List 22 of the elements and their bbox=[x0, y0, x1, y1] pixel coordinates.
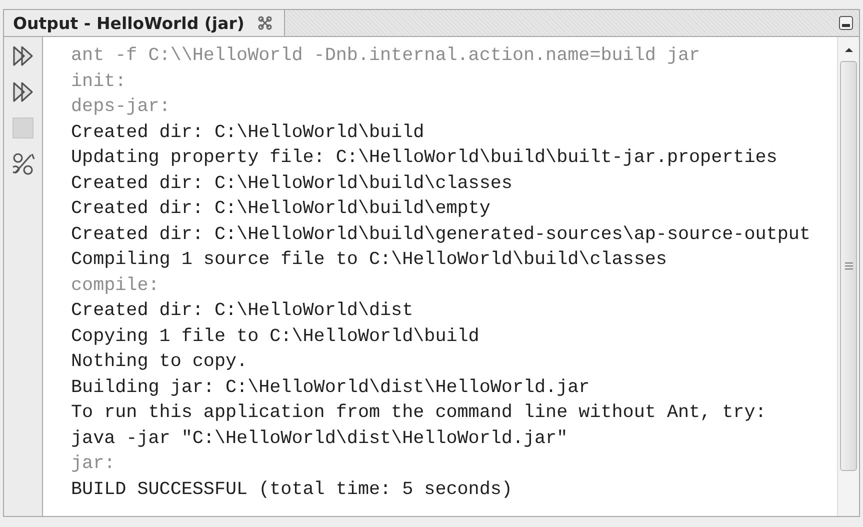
ant-target-line: deps-jar: bbox=[71, 95, 170, 119]
log-line: Created dir: C:\HelloWorld\build\classes bbox=[71, 172, 512, 196]
log-line: Created dir: C:\HelloWorld\build\generated-sources\ap-source-output bbox=[71, 222, 810, 246]
log-line: Created dir: C:\HelloWorld\dist bbox=[71, 299, 414, 323]
close-icon[interactable] bbox=[258, 16, 272, 30]
output-tab[interactable]: Output - HelloWorld (jar) bbox=[4, 10, 286, 36]
log-line: Created dir: C:\HelloWorld\build bbox=[71, 120, 424, 144]
ant-target-line: ant -f C:\\HelloWorld -Dnb.internal.action.name=build jar bbox=[71, 44, 700, 68]
log-line: BUILD SUCCESSFUL (total time: 5 seconds) bbox=[71, 478, 512, 502]
log-line: To run this application from the command line without Ant, try: bbox=[71, 401, 766, 425]
scroll-up-icon[interactable] bbox=[842, 45, 854, 55]
log-line: Nothing to copy. bbox=[71, 350, 248, 374]
log-line: Created dir: C:\HelloWorld\build\empty bbox=[71, 197, 490, 221]
log-line: java -jar "C:\HelloWorld\dist\HelloWorld.jar" bbox=[71, 426, 568, 450]
ant-target-line: init: bbox=[71, 70, 126, 94]
log-line: Compiling 1 source file to C:\HelloWorld\build\classes bbox=[71, 248, 667, 272]
minimize-button[interactable] bbox=[839, 16, 853, 30]
log-line: Updating property file: C:\HelloWorld\build\built-jar.properties bbox=[71, 146, 778, 170]
log-line: Building jar: C:\HelloWorld\dist\HelloWorld.jar bbox=[71, 376, 590, 400]
ant-target-line: jar: bbox=[71, 452, 116, 476]
ant-target-line: compile: bbox=[71, 274, 160, 298]
log-line: Copying 1 file to C:\HelloWorld\build bbox=[71, 324, 480, 348]
